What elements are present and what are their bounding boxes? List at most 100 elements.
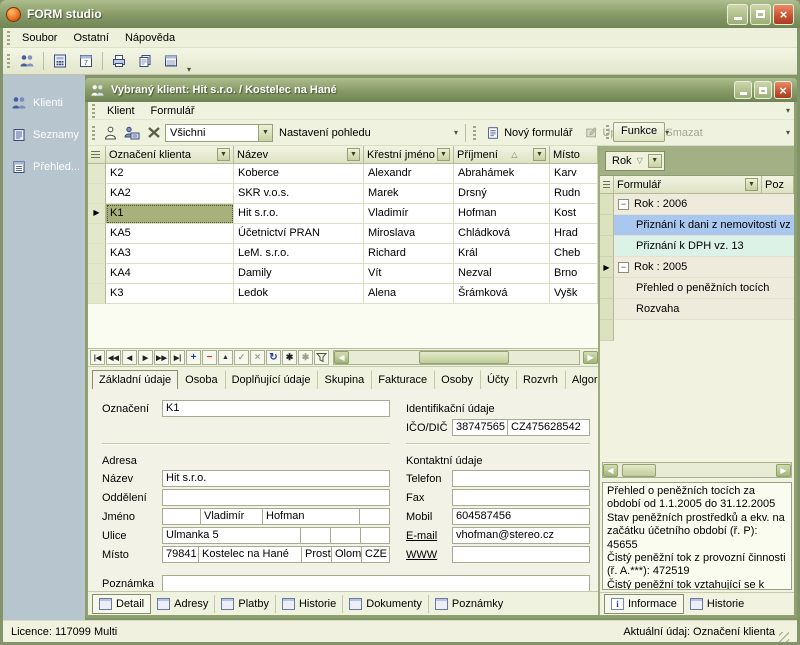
menu-soubor[interactable]: Soubor bbox=[14, 30, 65, 46]
tab-fakturace[interactable]: Fakturace bbox=[371, 370, 434, 389]
grid-horizontal-scrollbar[interactable]: ◀ bbox=[333, 350, 580, 365]
person-button[interactable] bbox=[99, 123, 121, 143]
jmeno-suffix-field[interactable] bbox=[359, 508, 390, 525]
email-link-label[interactable]: E-mail bbox=[406, 530, 437, 542]
jmeno-last-field[interactable]: Hofman bbox=[262, 508, 360, 525]
toolbar-grip[interactable] bbox=[7, 54, 10, 68]
email-field[interactable]: vhofman@stereo.cz bbox=[452, 527, 590, 544]
menu-klient[interactable]: Klient bbox=[99, 103, 143, 119]
poznamka-field[interactable] bbox=[162, 575, 590, 592]
grid-corner-button[interactable] bbox=[600, 176, 614, 194]
table-row[interactable]: K2 Koberce Alexandr Abrahámek Karv bbox=[88, 164, 598, 184]
telefon-field[interactable] bbox=[452, 470, 590, 487]
child-close-button[interactable]: × bbox=[774, 81, 792, 99]
misto-okres-field[interactable]: Prost bbox=[301, 546, 332, 563]
group-by-rok-button[interactable]: Rok ▽ ▼ bbox=[605, 151, 665, 171]
tab-osoba[interactable]: Osoba bbox=[178, 370, 224, 389]
grid-corner-button[interactable] bbox=[88, 146, 106, 164]
scroll-left-icon[interactable]: ◀ bbox=[603, 464, 618, 477]
tab-historie[interactable]: Historie bbox=[275, 595, 342, 613]
tab-doplnujici-udaje[interactable]: Doplňující údaje bbox=[225, 370, 318, 389]
toolbar-grip[interactable] bbox=[7, 31, 10, 45]
nav-first-button[interactable]: |◀ bbox=[90, 350, 105, 365]
dropdown-icon[interactable]: ▼ bbox=[258, 125, 272, 141]
dropdown-icon[interactable]: ▼ bbox=[437, 148, 450, 161]
nav-last-button[interactable]: ▶| bbox=[170, 350, 185, 365]
nav-bookmark-button[interactable]: ✱ bbox=[282, 350, 297, 365]
delete-filter-button[interactable] bbox=[143, 123, 165, 143]
tree-group-row[interactable]: ▶ −Rok : 2005 bbox=[600, 257, 794, 278]
nav-prior-page-button[interactable]: ◀◀ bbox=[106, 350, 121, 365]
www-link-label[interactable]: WWW bbox=[406, 549, 437, 561]
scrollbar-thumb[interactable] bbox=[419, 351, 509, 364]
table-row[interactable]: KA3 LeM. s.r.o. Richard Král Cheb bbox=[88, 244, 598, 264]
misto-kraj-field[interactable]: Olom bbox=[331, 546, 362, 563]
tab-informace[interactable]: iInformace bbox=[604, 594, 684, 614]
funkce-button[interactable]: Funkce bbox=[613, 122, 665, 142]
toolbar-overflow-icon[interactable]: ▾ bbox=[665, 128, 673, 137]
table-row[interactable]: KA4 Damily Vít Nezval Brno bbox=[88, 264, 598, 284]
tab-platby[interactable]: Platby bbox=[214, 595, 275, 613]
toolbar-overflow-icon[interactable]: ▾ bbox=[454, 128, 462, 137]
tab-poznamky[interactable]: Poznámky bbox=[428, 595, 509, 613]
dropdown-icon[interactable]: ▼ bbox=[648, 154, 662, 168]
toolbar-grip[interactable] bbox=[473, 126, 476, 140]
clients-button[interactable] bbox=[14, 50, 40, 72]
tab-adresy[interactable]: Adresy bbox=[151, 595, 214, 613]
nav-next-page-button[interactable]: ▶▶ bbox=[154, 350, 169, 365]
menu-formular[interactable]: Formulář bbox=[143, 103, 203, 119]
tree-group-row[interactable]: −Rok : 2006 bbox=[600, 194, 794, 215]
tree-item-selected[interactable]: Přiznání k dani z nemovitostí vz bbox=[600, 215, 794, 236]
column-header-oznaceni[interactable]: Označení klienta▼ bbox=[106, 146, 234, 164]
copies-button[interactable] bbox=[132, 50, 158, 72]
oznaceni-field[interactable]: K1 bbox=[162, 400, 390, 417]
nav-next-button[interactable]: ▶ bbox=[138, 350, 153, 365]
column-header-krestni[interactable]: Křestní jméno▼ bbox=[364, 146, 454, 164]
toolbar-overflow-icon[interactable]: ▾ bbox=[786, 128, 794, 137]
menu-ostatni[interactable]: Ostatní bbox=[65, 30, 116, 46]
nav-insert-button[interactable]: + bbox=[186, 350, 201, 365]
tab-detail[interactable]: Detail bbox=[92, 594, 151, 614]
dropdown-icon[interactable]: ▼ bbox=[745, 178, 758, 191]
sidebar-item-klienti[interactable]: Klienti bbox=[3, 87, 85, 119]
calendar-button[interactable]: 7 bbox=[73, 50, 99, 72]
nav-delete-button[interactable]: − bbox=[202, 350, 217, 365]
table-row[interactable]: K3 Ledok Alena Šrámková Vyšk bbox=[88, 284, 598, 304]
ulice-extra2-field[interactable] bbox=[330, 527, 361, 544]
nav-post-button[interactable]: ✓ bbox=[234, 350, 249, 365]
fax-field[interactable] bbox=[452, 489, 590, 506]
tab-ucty[interactable]: Účty bbox=[480, 370, 516, 389]
client-filter-combo[interactable]: Všichni ▼ bbox=[165, 124, 273, 142]
toolbar-grip[interactable] bbox=[92, 126, 95, 140]
tab-skupina[interactable]: Skupina bbox=[317, 370, 371, 389]
jmeno-title-field[interactable] bbox=[162, 508, 201, 525]
ulice-extra3-field[interactable] bbox=[360, 527, 390, 544]
forms-horizontal-scrollbar[interactable]: ◀ ▶ bbox=[602, 462, 792, 478]
nav-filter-button[interactable] bbox=[314, 350, 329, 365]
toolbar-grip[interactable] bbox=[606, 125, 609, 139]
oddeleni-field[interactable] bbox=[162, 489, 390, 506]
column-header-poz[interactable]: Poz bbox=[762, 176, 794, 194]
collapse-icon[interactable]: − bbox=[618, 262, 629, 273]
scrollbar-thumb[interactable] bbox=[622, 464, 656, 477]
nav-goto-bookmark-button[interactable]: ✱ bbox=[298, 350, 313, 365]
tree-item[interactable]: Přiznání k DPH vz. 13 bbox=[600, 236, 794, 257]
person-card-button[interactable] bbox=[121, 123, 143, 143]
dropdown-icon[interactable]: ▼ bbox=[217, 148, 230, 161]
www-field[interactable] bbox=[452, 546, 590, 563]
misto-stat-field[interactable]: CZE bbox=[361, 546, 390, 563]
view-settings-button[interactable]: Nastavení pohledu bbox=[273, 124, 377, 142]
child-minimize-button[interactable] bbox=[734, 81, 752, 99]
calculator-button[interactable] bbox=[47, 50, 73, 72]
child-maximize-button[interactable] bbox=[754, 81, 772, 99]
ico-field[interactable]: 38747565 bbox=[452, 419, 508, 436]
menu-napoveda[interactable]: Nápověda bbox=[117, 30, 183, 46]
nav-prior-button[interactable]: ◀ bbox=[122, 350, 137, 365]
minimize-button[interactable] bbox=[727, 4, 748, 25]
close-button[interactable]: × bbox=[773, 4, 794, 25]
nav-edit-button[interactable]: ▲ bbox=[218, 350, 233, 365]
tree-item[interactable]: Přehled o peněžních tocích bbox=[600, 278, 794, 299]
toolbar-grip[interactable] bbox=[92, 104, 95, 118]
ulice-extra1-field[interactable] bbox=[300, 527, 331, 544]
nazev-field[interactable]: Hit s.r.o. bbox=[162, 470, 390, 487]
